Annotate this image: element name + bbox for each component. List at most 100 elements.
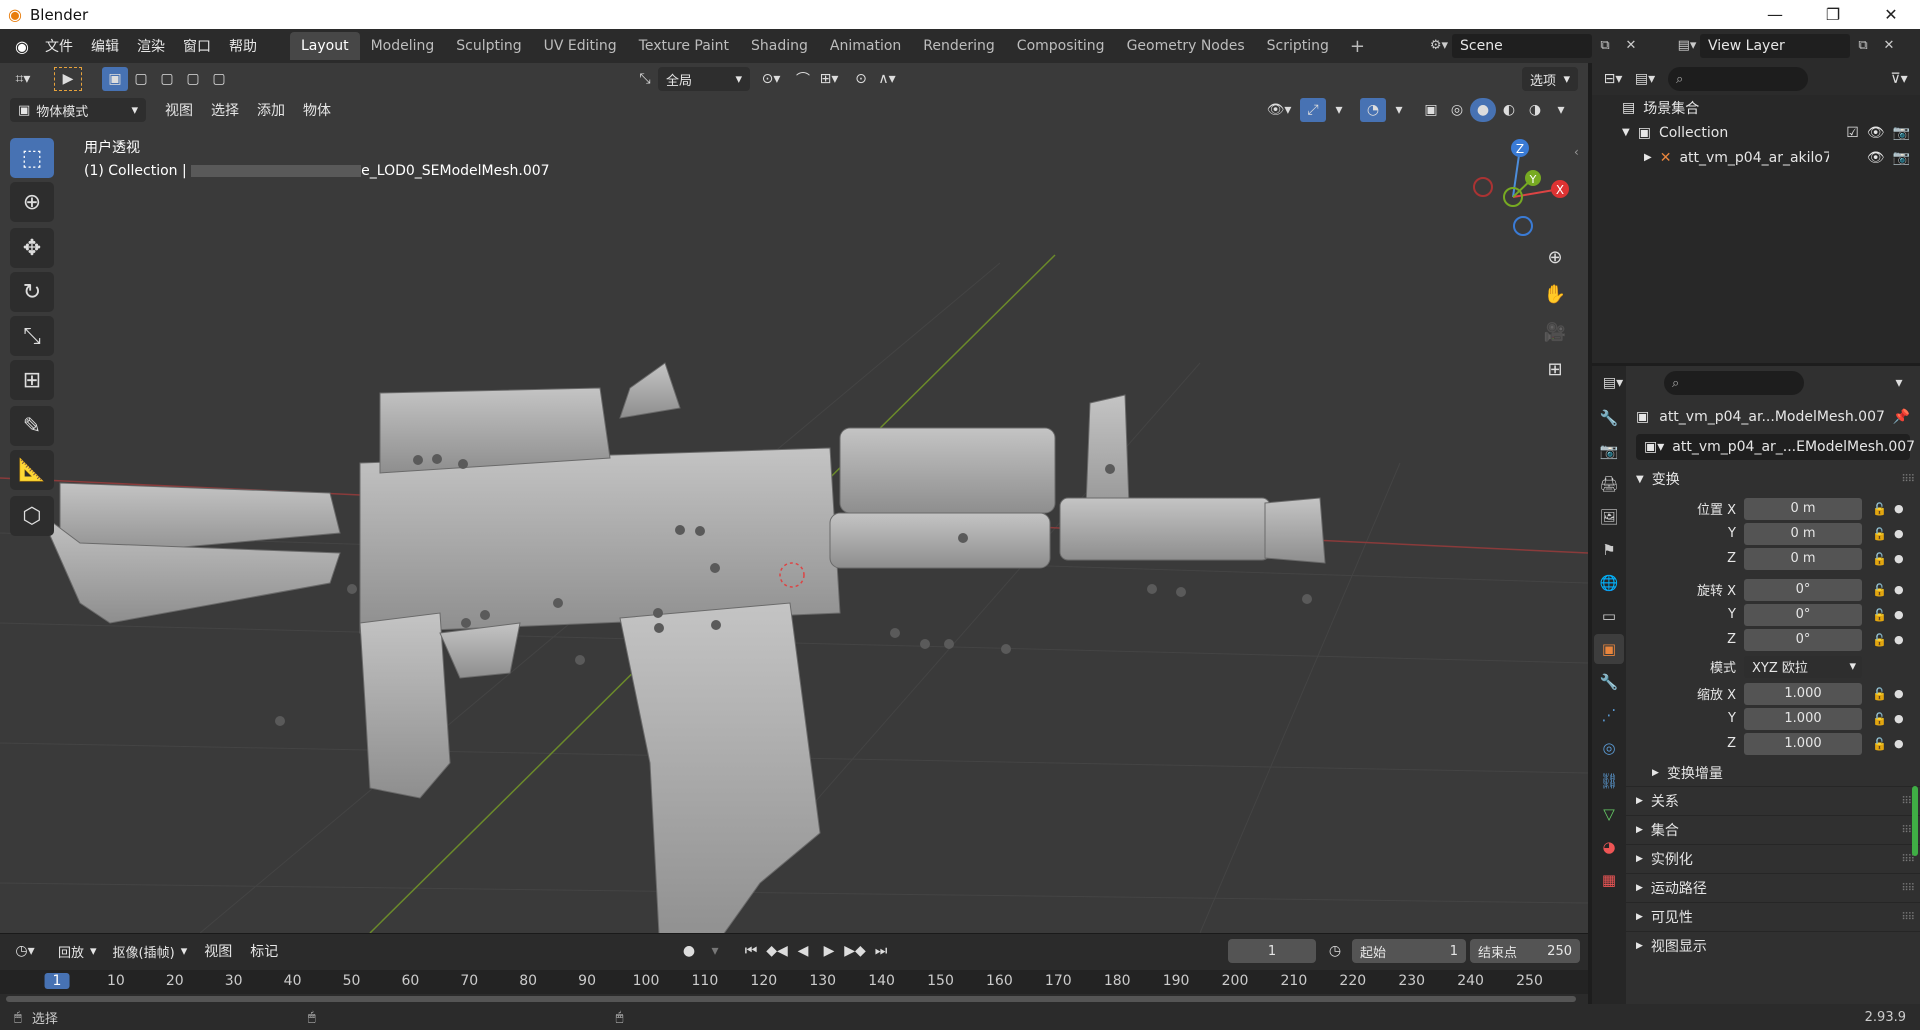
- keyframe-dot-icon[interactable]: ●: [1894, 502, 1904, 515]
- rotation-mode-dropdown[interactable]: XYZ 欧拉 ▾: [1744, 655, 1862, 678]
- expand-arrow-icon[interactable]: ▼: [1622, 127, 1630, 138]
- jump-end-icon[interactable]: ⏭: [868, 939, 894, 963]
- editor-type-icon[interactable]: ⌗▾: [10, 67, 36, 91]
- tab-rendering[interactable]: Rendering: [912, 32, 1006, 60]
- rotate-tool-icon[interactable]: ↻: [10, 272, 54, 312]
- scene-tab-icon[interactable]: ⚑: [1594, 535, 1624, 565]
- scene-browse-icon[interactable]: ⚙▾: [1426, 34, 1452, 58]
- lock-icon[interactable]: 🔓: [1872, 687, 1888, 701]
- camera-view-icon[interactable]: 🎥: [1539, 316, 1571, 348]
- select-mode-new-icon[interactable]: ▣: [102, 67, 128, 91]
- particles-tab-icon[interactable]: ⋰: [1594, 700, 1624, 730]
- properties-editor-type-icon[interactable]: ▤▾: [1600, 371, 1626, 395]
- add-workspace-icon[interactable]: +: [1340, 32, 1375, 60]
- close-button[interactable]: ✕: [1862, 0, 1920, 29]
- timeline-editor-type-icon[interactable]: ◷▾: [12, 939, 38, 963]
- wireframe-shading-icon[interactable]: ◎: [1444, 98, 1470, 122]
- transform-tool-icon[interactable]: ⊞: [10, 360, 54, 400]
- constraints-tab-icon[interactable]: ⛓: [1594, 766, 1624, 796]
- keyframe-dot-icon[interactable]: ●: [1894, 737, 1904, 750]
- start-frame-field[interactable]: 起始 1: [1352, 939, 1466, 963]
- cursor-tool-icon[interactable]: ⊕: [10, 182, 54, 222]
- material-shading-icon[interactable]: ◐: [1496, 98, 1522, 122]
- play-reverse-icon[interactable]: ◀: [790, 939, 816, 963]
- viewport-menu-select[interactable]: 选择: [202, 100, 248, 120]
- lock-icon[interactable]: 🔓: [1872, 552, 1888, 566]
- world-tab-icon[interactable]: 🌐: [1594, 568, 1624, 598]
- tab-scripting[interactable]: Scripting: [1256, 32, 1340, 60]
- lock-icon[interactable]: 🔓: [1872, 633, 1888, 647]
- tab-sculpting[interactable]: Sculpting: [445, 32, 532, 60]
- texture-tab-icon[interactable]: ▦: [1594, 865, 1624, 895]
- auto-keying-icon[interactable]: ●: [676, 939, 702, 963]
- select-mode-intersect-icon[interactable]: ▢: [206, 67, 232, 91]
- timeline-scrollbar[interactable]: [6, 996, 1576, 1002]
- add-cube-tool-icon[interactable]: ⬡: [10, 496, 54, 536]
- select-mode-invert-icon[interactable]: ▢: [180, 67, 206, 91]
- tab-modeling[interactable]: Modeling: [360, 32, 446, 60]
- material-tab-icon[interactable]: ◕: [1594, 832, 1624, 862]
- blender-menu-icon[interactable]: ◉: [8, 32, 36, 60]
- delete-view-layer-icon[interactable]: ✕: [1876, 34, 1902, 58]
- object-data-tab-icon[interactable]: ▽: [1594, 799, 1624, 829]
- menu-render[interactable]: 渲染: [128, 36, 174, 56]
- options-dropdown[interactable]: 选项 ▾: [1522, 67, 1578, 91]
- drag-grip-icon[interactable]: ⠿⠿: [1901, 474, 1915, 485]
- rotation-x-field[interactable]: 0°: [1744, 578, 1862, 601]
- keying-dropdown-icon[interactable]: ▾: [702, 939, 728, 963]
- scale-z-field[interactable]: 1.000: [1744, 732, 1862, 755]
- outliner-scene-collection[interactable]: ▤ 场景集合: [1592, 95, 1920, 120]
- lock-icon[interactable]: 🔓: [1872, 502, 1888, 516]
- timeline-menu-view[interactable]: 视图: [195, 941, 241, 961]
- modifier-tab-icon[interactable]: 🔧: [1594, 667, 1624, 697]
- outliner-object[interactable]: ▶ ✕ att_vm_p04_ar_akilo74 👁 📷: [1592, 145, 1920, 170]
- select-tool-icon[interactable]: ▶: [54, 67, 82, 91]
- measure-tool-icon[interactable]: 📐: [10, 450, 54, 490]
- outliner-editor-type-icon[interactable]: ⊟▾: [1600, 67, 1626, 91]
- drag-grip-icon[interactable]: ⠿⠿: [1901, 883, 1915, 894]
- lock-icon[interactable]: 🔓: [1872, 737, 1888, 751]
- output-tab-icon[interactable]: 🖨: [1594, 469, 1624, 499]
- next-keyframe-icon[interactable]: ▶◆: [842, 939, 868, 963]
- pin-icon[interactable]: 📌: [1893, 409, 1910, 425]
- lock-icon[interactable]: 🔓: [1872, 583, 1888, 597]
- snap-target-icon[interactable]: ⊞▾: [816, 67, 842, 91]
- lock-icon[interactable]: 🔓: [1872, 712, 1888, 726]
- outliner-collection[interactable]: ▼ ▣ Collection ☑ 👁 📷: [1592, 120, 1920, 145]
- mode-dropdown[interactable]: ▣ 物体模式 ▾: [10, 98, 146, 122]
- menu-file[interactable]: 文件: [36, 36, 82, 56]
- keyframe-dot-icon[interactable]: ●: [1894, 552, 1904, 565]
- view-layer-tab-icon[interactable]: 🖼: [1594, 502, 1624, 532]
- select-mode-extend-icon[interactable]: ▢: [128, 67, 154, 91]
- select-mode-subtract-icon[interactable]: ▢: [154, 67, 180, 91]
- minimize-button[interactable]: —: [1746, 0, 1804, 29]
- viewport-menu-add[interactable]: 添加: [248, 100, 294, 120]
- eye-icon[interactable]: 👁: [1867, 125, 1885, 141]
- timeline-ruler[interactable]: 1 10 20 30 40 50 60 70 80 90 100 110 120 130 140 150 160…: [0, 970, 1588, 994]
- tab-compositing[interactable]: Compositing: [1006, 32, 1116, 60]
- move-tool-icon[interactable]: ✥: [10, 228, 54, 268]
- visibility-icon[interactable]: 👁▾: [1266, 98, 1292, 122]
- select-box-tool-icon[interactable]: ⬚: [10, 138, 54, 178]
- location-z-field[interactable]: 0 m: [1744, 547, 1862, 570]
- rotation-z-field[interactable]: 0°: [1744, 628, 1862, 651]
- proportional-edit-icon[interactable]: ⊙: [848, 67, 874, 91]
- tab-shading[interactable]: Shading: [740, 32, 819, 60]
- viewport-menu-view[interactable]: 视图: [156, 100, 202, 120]
- visibility-panel[interactable]: ▶ 可见性 ⠿⠿: [1626, 902, 1920, 931]
- location-x-field[interactable]: 0 m: [1744, 497, 1862, 520]
- view-layer-field[interactable]: View Layer: [1700, 33, 1850, 58]
- motion-paths-panel[interactable]: ▶ 运动路径 ⠿⠿: [1626, 873, 1920, 902]
- new-view-layer-icon[interactable]: ⧉: [1850, 34, 1876, 58]
- properties-options-icon[interactable]: ▾: [1886, 371, 1912, 395]
- collection-tab-icon[interactable]: ▭: [1594, 601, 1624, 631]
- pan-hand-icon[interactable]: ✋: [1539, 278, 1571, 310]
- orthographic-toggle-icon[interactable]: ⊞: [1539, 353, 1571, 385]
- end-frame-field[interactable]: 结束点 250: [1470, 939, 1580, 963]
- lock-icon[interactable]: 🔓: [1872, 527, 1888, 541]
- exclude-checkbox[interactable]: ☑: [1846, 125, 1859, 141]
- gizmo-toggle-icon[interactable]: ⤢: [1300, 98, 1326, 122]
- xray-icon[interactable]: ▣: [1418, 98, 1444, 122]
- display-mode-icon[interactable]: ▤▾: [1632, 67, 1658, 91]
- properties-search-input[interactable]: ⌕: [1664, 371, 1804, 395]
